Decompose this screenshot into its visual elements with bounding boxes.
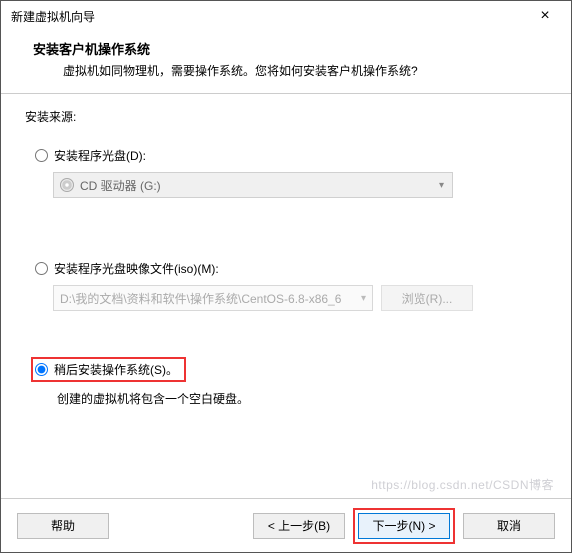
wizard-window: 新建虚拟机向导 × 安装客户机操作系统 虚拟机如同物理机，需要操作系统。您将如何…	[0, 0, 572, 553]
iso-path-combo[interactable]: D:\我的文档\资料和软件\操作系统\CentOS-6.8-x86_6 ▾	[53, 285, 373, 311]
radio-installer-disc[interactable]: 安装程序光盘(D):	[35, 147, 547, 164]
chevron-down-icon: ▾	[361, 293, 366, 304]
chevron-down-icon: ▾	[439, 180, 444, 191]
window-title: 新建虚拟机向导	[11, 8, 95, 25]
browse-button[interactable]: 浏览(R)...	[381, 285, 473, 311]
help-button[interactable]: 帮助	[17, 513, 109, 539]
iso-row: D:\我的文档\资料和软件\操作系统\CentOS-6.8-x86_6 ▾ 浏览…	[53, 285, 547, 311]
highlight-later-option: 稍后安装操作系统(S)。	[31, 357, 186, 382]
cd-drive-text: CD 驱动器 (G:)	[80, 177, 161, 194]
radio-iso-label: 安装程序光盘映像文件(iso)(M):	[54, 260, 219, 277]
close-icon[interactable]: ×	[525, 7, 565, 25]
radio-installer-disc-label: 安装程序光盘(D):	[54, 147, 146, 164]
radio-later-row: 稍后安装操作系统(S)。	[31, 357, 547, 382]
radio-iso-input[interactable]	[35, 262, 48, 275]
radio-later-input[interactable]	[35, 363, 48, 376]
cd-drive-combo[interactable]: CD 驱动器 (G:) ▾	[53, 172, 453, 198]
page-title: 安装客户机操作系统	[19, 39, 553, 58]
cancel-button[interactable]: 取消	[463, 513, 555, 539]
radio-installer-disc-input[interactable]	[35, 149, 48, 162]
radio-later-label[interactable]: 稍后安装操作系统(S)。	[54, 361, 178, 378]
iso-path-text: D:\我的文档\资料和软件\操作系统\CentOS-6.8-x86_6	[60, 290, 341, 307]
wizard-footer: 帮助 < 上一步(B) 下一步(N) > 取消	[1, 498, 571, 552]
radio-iso[interactable]: 安装程序光盘映像文件(iso)(M):	[35, 260, 547, 277]
back-button[interactable]: < 上一步(B)	[253, 513, 345, 539]
wizard-header: 安装客户机操作系统 虚拟机如同物理机，需要操作系统。您将如何安装客户机操作系统?	[1, 31, 571, 93]
titlebar: 新建虚拟机向导 ×	[1, 1, 571, 31]
source-label: 安装来源:	[25, 108, 547, 125]
later-description: 创建的虚拟机将包含一个空白硬盘。	[57, 390, 547, 407]
highlight-next-button: 下一步(N) >	[353, 508, 455, 544]
next-button[interactable]: 下一步(N) >	[358, 513, 450, 539]
cd-icon	[60, 178, 74, 192]
content-area: 安装来源: 安装程序光盘(D): CD 驱动器 (G:) ▾ 安装程序光盘映像文…	[1, 94, 571, 498]
page-subtitle: 虚拟机如同物理机，需要操作系统。您将如何安装客户机操作系统?	[19, 62, 553, 79]
